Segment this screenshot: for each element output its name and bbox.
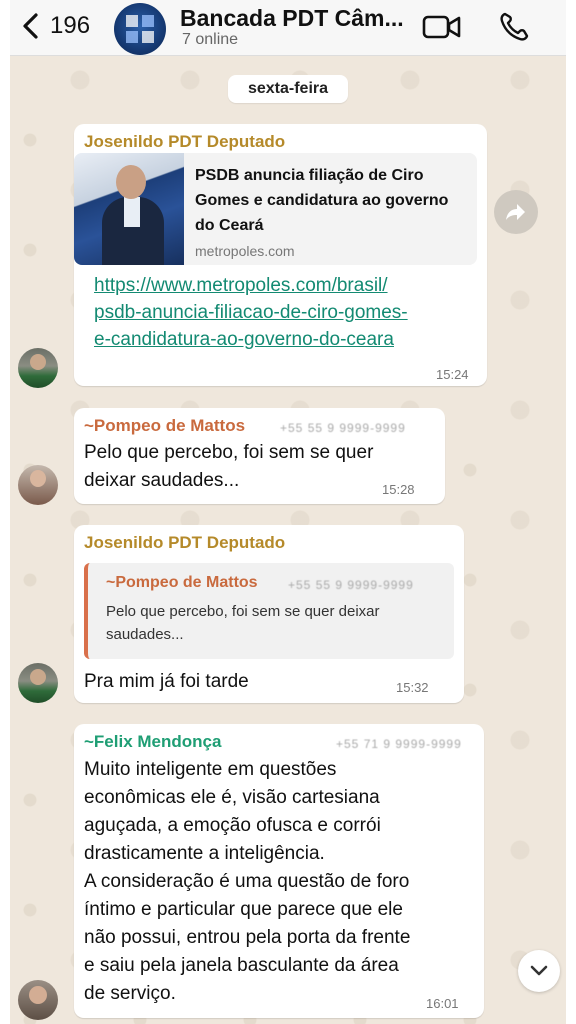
message-line: Pelo que percebo, foi sem se quer [84, 442, 374, 463]
message-line: íntimo e particular que parece que ele [84, 899, 403, 920]
sender-avatar[interactable] [18, 348, 58, 388]
chevron-down-icon [530, 965, 548, 976]
date-separator: sexta-feira [228, 75, 348, 103]
message-line: A consideração é uma questão de foro [84, 871, 410, 892]
chat-screen: 196 Bancada PDT Câm... 7 online sexta-fe… [10, 0, 566, 1024]
group-avatar[interactable] [114, 3, 166, 55]
video-camera-icon[interactable] [422, 12, 462, 42]
sender-avatar[interactable] [18, 663, 58, 703]
link-line[interactable]: e-candidatura-ao-governo-do-ceara [94, 326, 408, 353]
preview-title: PSDB anuncia filiação de Ciro Gomes e ca… [195, 167, 449, 234]
forward-arrow-icon [506, 204, 525, 220]
sender-phone: +55 71 9 9999-9999 [336, 737, 462, 751]
link-line[interactable]: https://www.metropoles.com/brasil/ [94, 272, 408, 299]
message-line: de serviço. [84, 983, 176, 1004]
message-line: econômicas ele é, visão cartesiana [84, 787, 380, 808]
message-line: deixar saudades... [84, 470, 240, 491]
message-line: e saiu pela janela basculante da área [84, 955, 399, 976]
chat-subtitle: 7 online [182, 31, 239, 48]
quoted-message[interactable]: ~Pompeo de Mattos +55 55 9 9999-9999 Pel… [84, 563, 454, 659]
sender-name[interactable]: ~Pompeo de Mattos [84, 416, 245, 436]
message-time: 15:32 [396, 680, 429, 695]
sender-name[interactable]: Josenildo PDT Deputado [84, 533, 285, 553]
message-line: drasticamente a inteligência. [84, 843, 325, 864]
message-text[interactable]: Pra mim já foi tarde [84, 668, 249, 696]
phone-icon[interactable] [497, 10, 531, 44]
chat-title[interactable]: Bancada PDT Câm... [180, 5, 404, 32]
sender-avatar[interactable] [18, 980, 58, 1020]
message-line: Muito inteligente em questões [84, 759, 337, 780]
quoted-phone: +55 55 9 9999-9999 [288, 578, 414, 592]
back-button[interactable]: 196 [18, 10, 90, 42]
message-text[interactable]: Pelo que percebo, foi sem se quer deixar… [84, 439, 373, 495]
sender-phone: +55 55 9 9999-9999 [280, 421, 406, 435]
quoted-sender: ~Pompeo de Mattos [106, 574, 258, 591]
link-preview[interactable]: PSDB anuncia filiação de Ciro Gomes e ca… [74, 153, 477, 265]
message-time: 15:24 [436, 367, 469, 382]
chevron-left-icon [23, 13, 38, 39]
sender-name[interactable]: ~Felix Mendonça [84, 732, 221, 752]
sender-name[interactable]: Josenildo PDT Deputado [84, 132, 285, 152]
message-text[interactable]: Muito inteligente em questões econômicas… [84, 756, 410, 1008]
unread-count: 196 [50, 12, 91, 39]
preview-thumbnail [74, 153, 184, 265]
message-link[interactable]: https://www.metropoles.com/brasil/ psdb-… [94, 272, 408, 353]
sender-avatar[interactable] [18, 465, 58, 505]
scroll-down-button[interactable] [518, 950, 560, 992]
message-time: 16:01 [426, 996, 459, 1011]
message-line: aguçada, a emoção ofusca e corrói [84, 815, 381, 836]
chat-header: 196 Bancada PDT Câm... 7 online [10, 0, 566, 56]
message-line: não possui, entrou pela porta da frente [84, 927, 411, 948]
message-time: 15:28 [382, 482, 415, 497]
quoted-text: Pelo que percebo, foi sem se quer deixar… [106, 603, 380, 643]
link-line[interactable]: psdb-anuncia-filiacao-de-ciro-gomes- [94, 299, 408, 326]
preview-domain: metropoles.com [195, 243, 295, 259]
forward-button[interactable] [494, 190, 538, 234]
